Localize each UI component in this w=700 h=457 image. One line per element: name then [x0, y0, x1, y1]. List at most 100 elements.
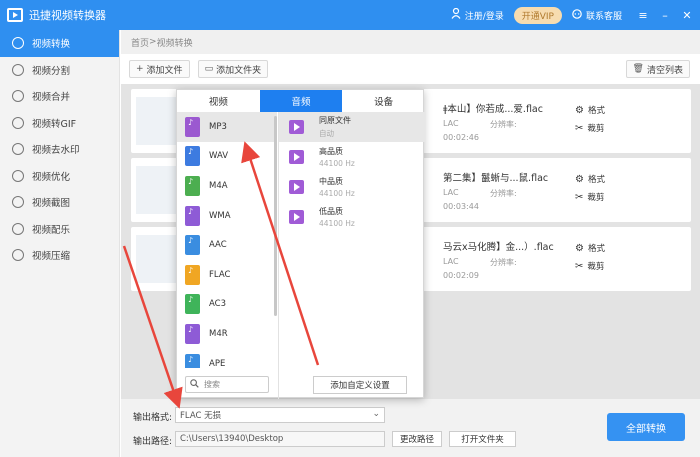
scissors-icon: ✂ — [575, 122, 584, 134]
format-button[interactable]: ⚙ 格式 — [575, 104, 605, 117]
format-popup: 视频 音频 设备 MP3 WAV M4A WMA AAC FLAC AC3 M4… — [176, 89, 425, 399]
mp3-file-icon — [185, 116, 200, 137]
format-label: AC3 — [209, 299, 227, 310]
add-file-button[interactable]: + 添加文件 — [129, 60, 190, 78]
title-bar: 迅捷视频转换器 注册/登录 开通VIP 联系客服 ≡ – ✕ — [0, 0, 700, 30]
watermark-icon — [12, 143, 24, 156]
format-item-wav[interactable]: WAV — [177, 142, 277, 172]
login-label: 注册/登录 — [464, 11, 504, 22]
music-icon — [12, 222, 24, 235]
format-tabs: 视频 音频 设备 — [177, 90, 425, 112]
ac3-file-icon — [185, 294, 200, 315]
sidebar-item-label: 视频配乐 — [32, 224, 71, 236]
format-item-m4a[interactable]: M4A — [177, 171, 277, 201]
sidebar-item-video-music[interactable]: 视频配乐 — [0, 216, 119, 243]
support-icon — [572, 8, 582, 22]
crop-label: 裁剪 — [587, 124, 605, 134]
compress-icon — [12, 249, 24, 262]
quality-item-high[interactable]: 高品质 44100 Hz — [279, 142, 425, 172]
tab-video[interactable]: 视频 — [177, 90, 260, 112]
add-folder-label: 添加文件夹 — [216, 65, 262, 76]
audio-play-icon — [289, 120, 304, 134]
sidebar-item-video-screenshot[interactable]: 视频截图 — [0, 189, 119, 216]
convert-all-button[interactable]: 全部转换 — [607, 413, 685, 441]
format-label: WAV — [209, 151, 229, 162]
quality-name: 高品质 — [319, 147, 343, 156]
tab-audio[interactable]: 音频 — [259, 90, 343, 112]
crop-button[interactable]: ✂ 裁剪 — [575, 191, 605, 204]
file-resolution: 分辨率: — [490, 189, 517, 198]
scissors-icon: ✂ — [575, 191, 584, 203]
login-link[interactable]: 注册/登录 — [451, 7, 504, 22]
output-path-value: C:\Users\13940\Desktop — [180, 434, 284, 444]
file-resolution: 分辨率: — [490, 258, 517, 267]
format-label: FLAC — [209, 269, 231, 280]
sidebar-item-remove-watermark[interactable]: 视频去水印 — [0, 136, 119, 163]
file-name: ǂ本山】你若成...爱.flac — [443, 104, 543, 115]
flac-file-icon — [185, 264, 200, 285]
file-name: 马云x马化腾】金...）.flac — [443, 242, 554, 253]
clear-list-button[interactable]: 🗑 清空列表 — [625, 60, 690, 78]
support-link[interactable]: 联系客服 — [572, 8, 622, 22]
add-file-label: 添加文件 — [146, 65, 183, 76]
open-folder-button[interactable]: 打开文件夹 — [449, 431, 516, 447]
format-item-ac3[interactable]: AC3 — [177, 290, 277, 320]
folder-icon: ▭ — [204, 64, 214, 74]
gear-icon: ⚙ — [575, 173, 584, 185]
format-item-m4r[interactable]: M4R — [177, 319, 277, 349]
audio-play-icon — [289, 210, 304, 224]
file-resolution: 分辨率: — [490, 120, 517, 129]
convert-icon — [12, 37, 24, 50]
file-duration: 00:03:44 — [443, 202, 479, 211]
format-label: M4R — [209, 328, 228, 339]
sidebar-item-video-compress[interactable]: 视频压缩 — [0, 242, 119, 269]
format-item-wma[interactable]: WMA — [177, 201, 277, 231]
format-label: 格式 — [587, 175, 605, 185]
m4r-file-icon — [185, 323, 200, 344]
output-format-label: 输出格式: — [133, 413, 173, 423]
audio-play-icon — [289, 150, 304, 164]
support-label: 联系客服 — [585, 11, 622, 22]
minimize-icon[interactable]: – — [656, 9, 674, 22]
sidebar-item-label: 视频去水印 — [32, 145, 80, 157]
sidebar-item-video-split[interactable]: 视频分割 — [0, 57, 119, 84]
sidebar-item-label: 视频截图 — [32, 198, 71, 210]
quality-sub: 44100 Hz — [319, 189, 355, 198]
menu-icon[interactable]: ≡ — [634, 9, 652, 22]
crop-button[interactable]: ✂ 裁剪 — [575, 122, 605, 135]
quality-name: 中品质 — [319, 177, 343, 186]
quality-item-original[interactable]: 同原文件 自动 — [279, 112, 425, 142]
format-item-aac[interactable]: AAC — [177, 230, 277, 260]
file-format: LAC — [443, 257, 459, 266]
close-icon[interactable]: ✕ — [678, 9, 696, 22]
sidebar-item-video-gif[interactable]: 视频转GIF — [0, 110, 119, 137]
add-custom-setting-button[interactable]: 添加自定义设置 — [313, 376, 407, 394]
sidebar-item-video-optimize[interactable]: 视频优化 — [0, 163, 119, 190]
format-item-flac[interactable]: FLAC — [177, 260, 277, 290]
sidebar-item-video-merge[interactable]: 视频合并 — [0, 83, 119, 110]
sidebar-item-label: 视频合并 — [32, 92, 71, 104]
quality-list: 同原文件 自动 高品质 44100 Hz 中品质 44100 Hz 低品质 44100 … — [279, 112, 425, 232]
output-path-field[interactable]: C:\Users\13940\Desktop — [175, 431, 385, 447]
format-label: AAC — [209, 240, 227, 251]
output-format-select[interactable]: FLAC 无损 ⌄ — [175, 407, 385, 423]
sidebar-item-label: 视频压缩 — [32, 251, 71, 263]
add-folder-button[interactable]: ▭ 添加文件夹 — [197, 60, 269, 78]
quality-item-medium[interactable]: 中品质 44100 Hz — [279, 172, 425, 202]
format-item-ape[interactable]: APE — [177, 349, 277, 368]
change-path-button[interactable]: 更改路径 — [392, 431, 442, 447]
sidebar-item-video-convert[interactable]: 视频转换 — [0, 30, 119, 57]
tab-device[interactable]: 设备 — [342, 90, 425, 112]
vip-button[interactable]: 开通VIP — [513, 6, 562, 24]
format-button[interactable]: ⚙ 格式 — [575, 242, 605, 255]
format-list-scrollbar[interactable] — [274, 116, 277, 316]
quality-item-low[interactable]: 低品质 44100 Hz — [279, 202, 425, 232]
crop-label: 裁剪 — [587, 193, 605, 203]
breadcrumb-home[interactable]: 首页 — [131, 36, 149, 49]
crop-button[interactable]: ✂ 裁剪 — [575, 260, 604, 273]
format-search-input[interactable]: 搜索 — [185, 376, 269, 393]
format-button[interactable]: ⚙ 格式 — [575, 173, 605, 186]
toolbar: + 添加文件 ▭ 添加文件夹 🗑 清空列表 — [121, 54, 700, 84]
format-item-mp3[interactable]: MP3 — [177, 112, 277, 142]
breadcrumb-separator: > — [149, 37, 157, 47]
